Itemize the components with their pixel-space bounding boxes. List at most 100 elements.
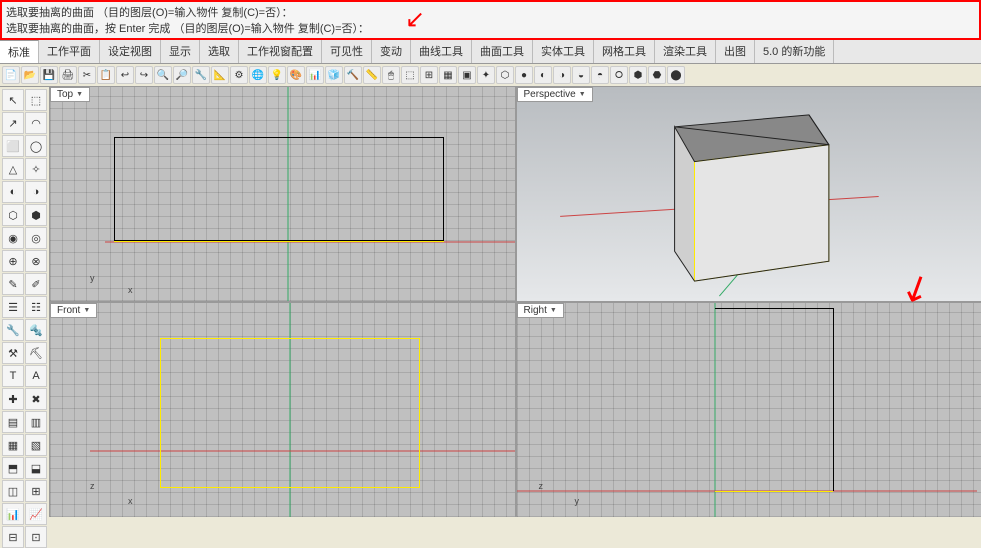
tab-1[interactable]: 工作平面	[39, 40, 100, 63]
toolbar-button-14[interactable]: 💡	[268, 66, 286, 84]
toolbar-button-27[interactable]: ●	[515, 66, 533, 84]
toolbar-button-26[interactable]: ⬡	[496, 66, 514, 84]
toolbar-button-16[interactable]: 📊	[306, 66, 324, 84]
tab-3[interactable]: 显示	[161, 40, 200, 63]
tool-button-24[interactable]: T	[2, 365, 24, 387]
tool-button-19[interactable]: ☷	[25, 296, 47, 318]
tab-10[interactable]: 实体工具	[533, 40, 594, 63]
tool-button-30[interactable]: ▦	[2, 434, 24, 456]
toolbar-button-8[interactable]: 🔍	[154, 66, 172, 84]
toolbar-button-7[interactable]: ↪	[135, 66, 153, 84]
tool-button-11[interactable]: ⬢	[25, 204, 47, 226]
tool-button-14[interactable]: ⊕	[2, 250, 24, 272]
toolbar-button-32[interactable]: ⭘	[610, 66, 628, 84]
viewport-top-label[interactable]: Top ▼	[50, 87, 90, 102]
tool-button-20[interactable]: 🔧	[2, 319, 24, 341]
tool-button-4[interactable]: ⬜	[2, 135, 24, 157]
tab-13[interactable]: 出图	[716, 40, 755, 63]
toolbar-button-22[interactable]: ⊞	[420, 66, 438, 84]
tool-button-12[interactable]: ◉	[2, 227, 24, 249]
toolbar-button-20[interactable]: 🖱	[382, 66, 400, 84]
viewport-right[interactable]: Right ▼ z y	[517, 303, 981, 517]
tab-14[interactable]: 5.0 的新功能	[755, 40, 834, 63]
viewport-front-label[interactable]: Front ▼	[50, 303, 97, 318]
tool-button-5[interactable]: ◯	[25, 135, 47, 157]
tool-button-16[interactable]: ✎	[2, 273, 24, 295]
tool-button-18[interactable]: ☰	[2, 296, 24, 318]
viewport-right-label[interactable]: Right ▼	[517, 303, 564, 318]
tool-button-29[interactable]: ▥	[25, 411, 47, 433]
toolbar-button-30[interactable]: ◒	[572, 66, 590, 84]
tool-button-3[interactable]: ◠	[25, 112, 47, 134]
tool-button-37[interactable]: 📈	[25, 503, 47, 525]
tool-button-38[interactable]: ⊟	[2, 526, 24, 548]
toolbar-button-24[interactable]: ▣	[458, 66, 476, 84]
tool-button-10[interactable]: ⬡	[2, 204, 24, 226]
tool-button-0[interactable]: ↖	[2, 89, 24, 111]
tool-button-27[interactable]: ✖	[25, 388, 47, 410]
tool-button-35[interactable]: ⊞	[25, 480, 47, 502]
viewport-front[interactable]: Front ▼ z x	[50, 303, 515, 517]
toolbar-button-29[interactable]: ◑	[553, 66, 571, 84]
tool-button-31[interactable]: ▧	[25, 434, 47, 456]
viewport-top[interactable]: Top ▼ y x	[50, 87, 515, 301]
toolbar-button-17[interactable]: 🧊	[325, 66, 343, 84]
tab-2[interactable]: 设定视图	[100, 40, 161, 63]
toolbar-button-4[interactable]: ✂	[78, 66, 96, 84]
toolbar-button-21[interactable]: ⬚	[401, 66, 419, 84]
tool-button-25[interactable]: A	[25, 365, 47, 387]
toolbar-button-23[interactable]: ▦	[439, 66, 457, 84]
tool-button-32[interactable]: ⬒	[2, 457, 24, 479]
tool-button-23[interactable]: ⛏	[25, 342, 47, 364]
tab-9[interactable]: 曲面工具	[472, 40, 533, 63]
command-current-line[interactable]: 选取要抽离的曲面，按 Enter 完成 （目的图层(O)=输入物件 复制(C)=…	[6, 20, 975, 36]
toolbar-button-13[interactable]: 🌐	[249, 66, 267, 84]
tool-button-21[interactable]: 🔩	[25, 319, 47, 341]
tool-button-28[interactable]: ▤	[2, 411, 24, 433]
toolbar-button-19[interactable]: 📏	[363, 66, 381, 84]
viewport-perspective[interactable]: Perspective ▼	[517, 87, 981, 301]
toolbar-button-25[interactable]: ✦	[477, 66, 495, 84]
tool-button-13[interactable]: ◎	[25, 227, 47, 249]
toolbar-button-35[interactable]: ⬤	[667, 66, 685, 84]
tool-button-36[interactable]: 📊	[2, 503, 24, 525]
toolbar-button-33[interactable]: ⬢	[629, 66, 647, 84]
tool-button-7[interactable]: ✧	[25, 158, 47, 180]
tab-4[interactable]: 选取	[200, 40, 239, 63]
toolbar-button-34[interactable]: ⬣	[648, 66, 666, 84]
tool-button-33[interactable]: ⬓	[25, 457, 47, 479]
tab-5[interactable]: 工作视窗配置	[239, 40, 322, 63]
tool-button-6[interactable]: △	[2, 158, 24, 180]
toolbar-button-12[interactable]: ⚙	[230, 66, 248, 84]
tab-0[interactable]: 标准	[0, 40, 39, 63]
toolbar-button-0[interactable]: 📄	[2, 66, 20, 84]
tool-button-2[interactable]: ↗	[2, 112, 24, 134]
tab-11[interactable]: 网格工具	[594, 40, 655, 63]
tool-button-1[interactable]: ⬚	[25, 89, 47, 111]
toolbar-button-18[interactable]: 🔨	[344, 66, 362, 84]
toolbar-button-1[interactable]: 📂	[21, 66, 39, 84]
toolbar-button-15[interactable]: 🎨	[287, 66, 305, 84]
tool-button-34[interactable]: ◫	[2, 480, 24, 502]
tool-button-17[interactable]: ✐	[25, 273, 47, 295]
tab-8[interactable]: 曲线工具	[411, 40, 472, 63]
toolbar-button-11[interactable]: 📐	[211, 66, 229, 84]
viewport-perspective-label[interactable]: Perspective ▼	[517, 87, 593, 102]
toolbar-button-2[interactable]: 💾	[40, 66, 58, 84]
tool-button-9[interactable]: ◑	[25, 181, 47, 203]
tool-button-39[interactable]: ⊡	[25, 526, 47, 548]
tab-7[interactable]: 变动	[372, 40, 411, 63]
tab-12[interactable]: 渲染工具	[655, 40, 716, 63]
toolbar-button-10[interactable]: 🔧	[192, 66, 210, 84]
tool-button-15[interactable]: ⊗	[25, 250, 47, 272]
tab-6[interactable]: 可见性	[322, 40, 372, 63]
toolbar-button-9[interactable]: 🔎	[173, 66, 191, 84]
tool-button-22[interactable]: ⚒	[2, 342, 24, 364]
toolbar-button-28[interactable]: ◐	[534, 66, 552, 84]
tool-button-26[interactable]: ✚	[2, 388, 24, 410]
toolbar-button-3[interactable]: 🖨	[59, 66, 77, 84]
tool-button-8[interactable]: ◐	[2, 181, 24, 203]
toolbar-button-5[interactable]: 📋	[97, 66, 115, 84]
toolbar-button-6[interactable]: ↩	[116, 66, 134, 84]
toolbar-button-31[interactable]: ◓	[591, 66, 609, 84]
